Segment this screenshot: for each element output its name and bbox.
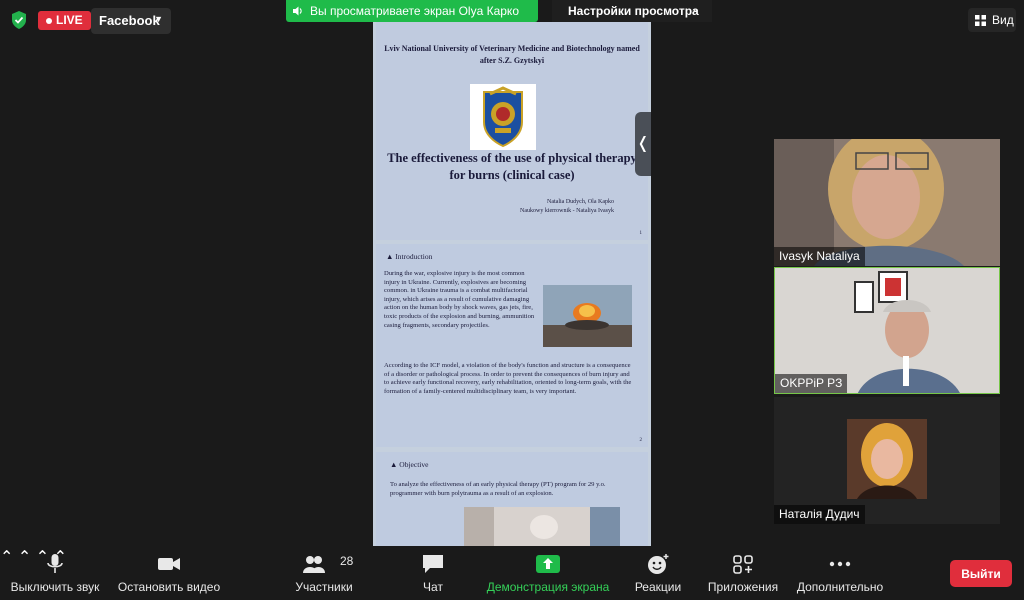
stream-platform-label: Facebook [99,13,160,28]
shared-screen[interactable]: Lviv National University of Veterinary M… [373,22,651,546]
university-crest-icon [470,84,536,150]
live-dot-icon [46,17,52,24]
presentation-title: The effectiveness of the use of physical… [387,151,637,182]
supervisor-line: Naukowy kierrownik - Nataliya Ivasyk [520,208,614,214]
meeting-toolbar: Выключить звук ⌃ Остановить видео ⌃ Учас… [0,547,1024,600]
participant-name: Ivasyk Nataliya [774,247,865,266]
microphone-icon [47,554,63,573]
slide-page-number: 2 [639,438,643,443]
more-label: Дополнительно [796,580,884,594]
participant-tile-active-speaker[interactable]: OKPPiP PЗ [774,267,1000,394]
stop-video-label: Остановить видео [117,580,221,594]
icf-paragraph: According to the ICF model, a violation … [384,362,632,395]
share-screen-label: Демонстрация экрана [486,580,610,594]
shield-icon[interactable] [10,10,28,30]
grid-icon [975,15,986,26]
share-screen-button[interactable]: Демонстрация экрана [478,547,618,600]
participant-name: OKPPiP PЗ [775,374,848,393]
more-dots-icon [829,561,851,567]
apps-button[interactable]: Приложения [700,547,786,600]
video-camera-icon [158,558,180,570]
reactions-button[interactable]: Реакции [626,547,690,600]
share-banner-text: Вы просматриваете экран Olya Карко [310,4,519,18]
mute-button[interactable]: Выключить звук [0,547,110,600]
stop-video-button[interactable]: Остановить видео [110,547,228,600]
patient-photo [464,507,620,546]
objective-paragraph: To analyze the effectiveness of an early… [390,481,606,497]
section-heading: ▲ Objective [390,460,429,469]
speaker-icon [293,6,302,16]
authors-line: Natalia Dudych, Ola Kapko [547,199,614,205]
screen-share-banner: Вы просматриваете экран Olya Карко [286,0,538,22]
slide-title: Lviv National University of Veterinary M… [376,22,648,240]
stream-platform-dropdown[interactable]: Facebook ▼ [91,8,171,34]
participant-name: Наталія Дудич [774,505,865,524]
university-name: Lviv National University of Veterinary M… [384,44,640,65]
authors: Natalia Dudych, Ola Kapko Naukowy kierro… [520,198,614,216]
apps-icon [733,555,753,574]
view-button-label: Вид [992,13,1014,27]
slide-objective: ▲ Objective To analyze the effectiveness… [376,452,648,546]
mute-label: Выключить звук [10,580,100,594]
section-heading: ▲ Introduction [386,252,433,261]
slide-introduction: ▲ Introduction During the war, explosive… [376,244,648,447]
caret-down-icon: ▼ [154,14,163,24]
view-options-dropdown[interactable]: Настройки просмотра ⌄ [552,0,712,22]
participant-avatar [847,419,927,499]
view-button[interactable]: Вид [968,8,1016,32]
view-options-label: Настройки просмотра [568,4,699,18]
chevron-down-icon: ⌄ [691,4,700,15]
chat-button[interactable]: Чат [400,547,466,600]
chat-label: Чат [423,580,443,594]
participant-tile[interactable]: Ivasyk Nataliya [774,139,1000,266]
chat-icon [423,555,443,573]
apps-label: Приложения [707,580,779,594]
share-screen-icon [536,555,560,573]
participants-count: 28 [340,554,354,568]
live-badge[interactable]: LIVE [38,11,91,30]
slide-page-number: 1 [639,231,643,236]
intro-paragraph: During the war, explosive injury is the … [384,270,535,329]
participants-label: Участники [295,580,353,594]
more-button[interactable]: Дополнительно [792,547,888,600]
leave-button[interactable]: Выйти [950,560,1012,587]
participants-icon [303,556,325,573]
reactions-label: Реакции [634,580,682,594]
explosion-image [543,285,632,347]
participant-tile[interactable]: Наталія Дудич [774,397,1000,524]
collapse-panel-tab[interactable]: ❬ [635,112,651,176]
smiley-icon [648,554,669,574]
